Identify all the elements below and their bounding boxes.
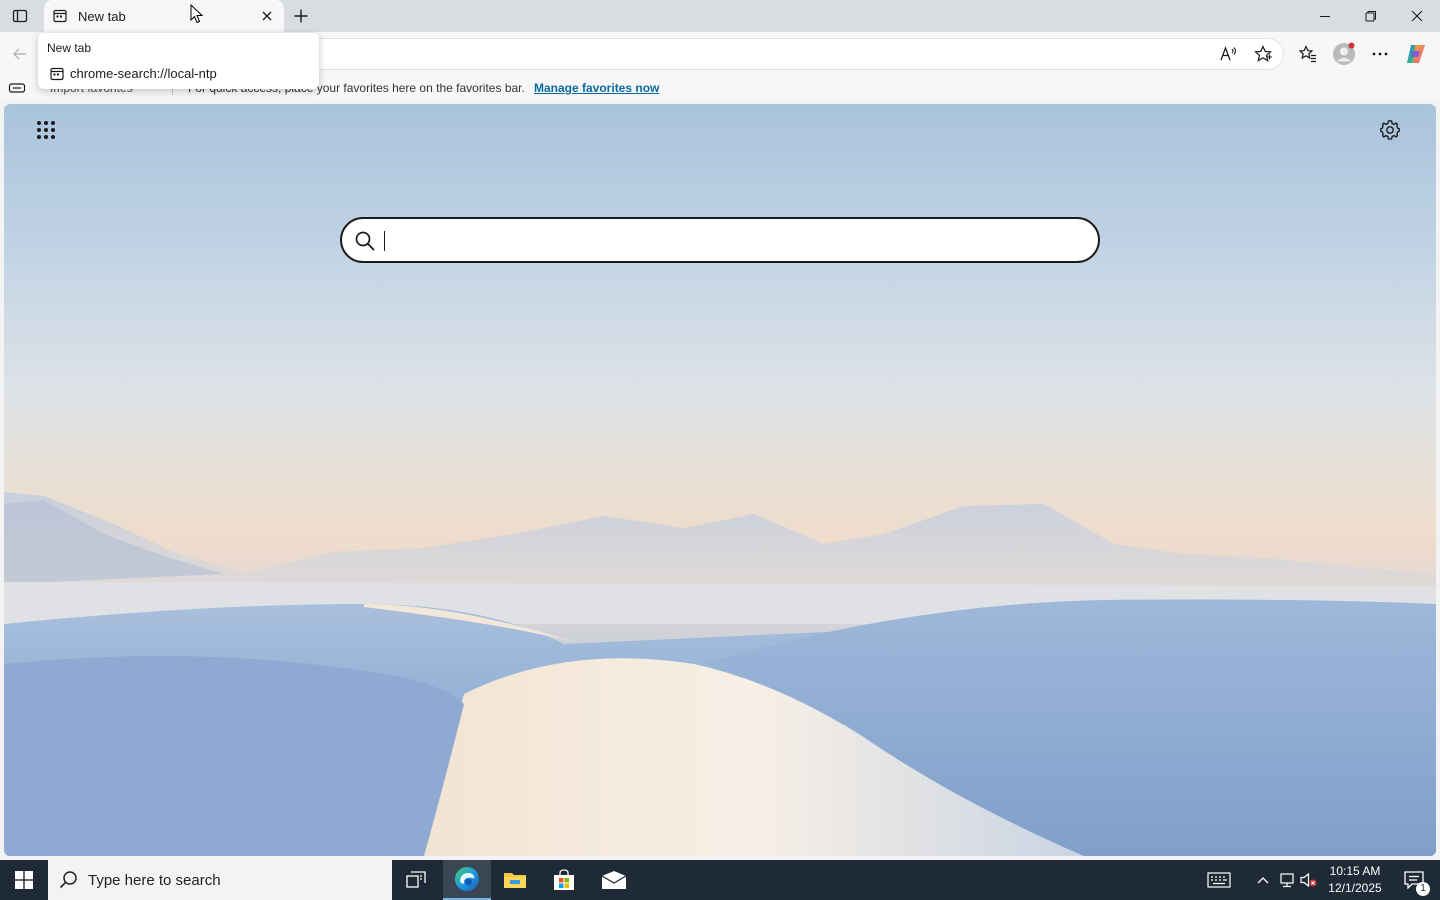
tab-title: New tab [78, 8, 126, 24]
more-icon [1372, 52, 1388, 56]
gear-icon [1380, 120, 1400, 140]
page-settings-button[interactable] [1376, 116, 1404, 144]
taskbar-search-placeholder: Type here to search [88, 871, 221, 889]
taskbar-store[interactable] [540, 860, 588, 900]
tab-close-button[interactable] [258, 7, 276, 25]
keyboard-icon [1207, 872, 1231, 888]
close-window-button[interactable] [1394, 0, 1440, 32]
show-hidden-icons-button[interactable] [1252, 860, 1274, 900]
search-icon [355, 231, 375, 251]
back-arrow-icon [13, 48, 26, 60]
task-view-button[interactable] [392, 860, 440, 900]
window-controls [1302, 0, 1440, 32]
network-icon [1280, 873, 1294, 888]
tab-new-tab[interactable]: New tab [44, 0, 284, 32]
minimize-icon [1320, 16, 1330, 17]
restore-icon [1365, 11, 1376, 22]
manage-favorites-link[interactable]: Manage favorites now [534, 81, 659, 95]
mail-icon [601, 871, 627, 889]
page-icon [50, 67, 64, 80]
minimize-button[interactable] [1302, 0, 1348, 32]
store-icon [554, 869, 574, 890]
web-search-box[interactable] [340, 217, 1100, 263]
notification-badge: 1 [1416, 882, 1430, 896]
favorites-button[interactable] [1294, 40, 1322, 68]
edge-icon [455, 867, 479, 891]
tab-actions-icon [12, 9, 28, 23]
close-icon [262, 11, 272, 21]
hover-card-title: New tab [47, 41, 92, 55]
file-explorer-icon [504, 873, 526, 888]
touch-keyboard-button[interactable] [1202, 860, 1236, 900]
system-clock[interactable]: 10:15 AM 12/1/2025 [1322, 863, 1388, 897]
network-button[interactable] [1276, 860, 1298, 900]
volume-button[interactable] [1298, 860, 1320, 900]
title-bar: New tab [0, 0, 1440, 32]
mouse-cursor-icon [190, 4, 204, 24]
hover-card-url: chrome-search://local-ntp [70, 66, 217, 81]
tab-actions-button[interactable] [6, 4, 34, 28]
start-button[interactable] [0, 860, 48, 900]
restore-button[interactable] [1348, 0, 1394, 32]
search-icon [59, 871, 77, 889]
import-favorites-icon [8, 83, 26, 93]
clock-date: 12/1/2025 [1328, 881, 1382, 895]
copilot-button[interactable] [1402, 40, 1430, 68]
taskbar-mail[interactable] [590, 860, 638, 900]
web-search-input[interactable] [382, 225, 1082, 255]
back-button[interactable] [6, 40, 34, 68]
task-view-icon [406, 871, 426, 888]
taskbar-file-explorer[interactable] [491, 860, 539, 900]
read-aloud-button[interactable] [1215, 40, 1243, 68]
favorites-icon [1299, 45, 1316, 63]
more-button[interactable] [1366, 40, 1394, 68]
page-icon [52, 8, 68, 24]
close-icon [1411, 10, 1423, 22]
profile-icon [1333, 42, 1355, 65]
taskbar-search-box[interactable]: Type here to search [48, 860, 392, 900]
chevron-up-icon [1257, 877, 1269, 884]
plus-icon [294, 9, 308, 23]
hover-card-url-row: chrome-search://local-ntp [50, 66, 217, 81]
new-tab-button[interactable] [288, 4, 314, 28]
copilot-icon [1407, 45, 1425, 63]
action-center-button[interactable]: 1 [1394, 860, 1434, 900]
read-aloud-icon [1220, 46, 1237, 61]
tab-hover-card: New tab chrome-search://local-ntp [38, 33, 319, 89]
add-favorite-button[interactable] [1249, 40, 1277, 68]
star-icon [1254, 45, 1272, 62]
windows-logo-icon [15, 871, 33, 889]
text-caret [384, 231, 385, 251]
clock-time: 10:15 AM [1329, 864, 1381, 878]
taskbar: Type here to search 10:15 AM 12/1/2025 1 [0, 860, 1440, 900]
taskbar-edge[interactable] [443, 860, 491, 900]
apps-launcher-button[interactable] [32, 116, 60, 144]
new-tab-page [4, 104, 1436, 856]
apps-grid-icon [37, 121, 55, 139]
volume-muted-icon [1300, 872, 1317, 888]
profile-button[interactable] [1330, 40, 1358, 68]
